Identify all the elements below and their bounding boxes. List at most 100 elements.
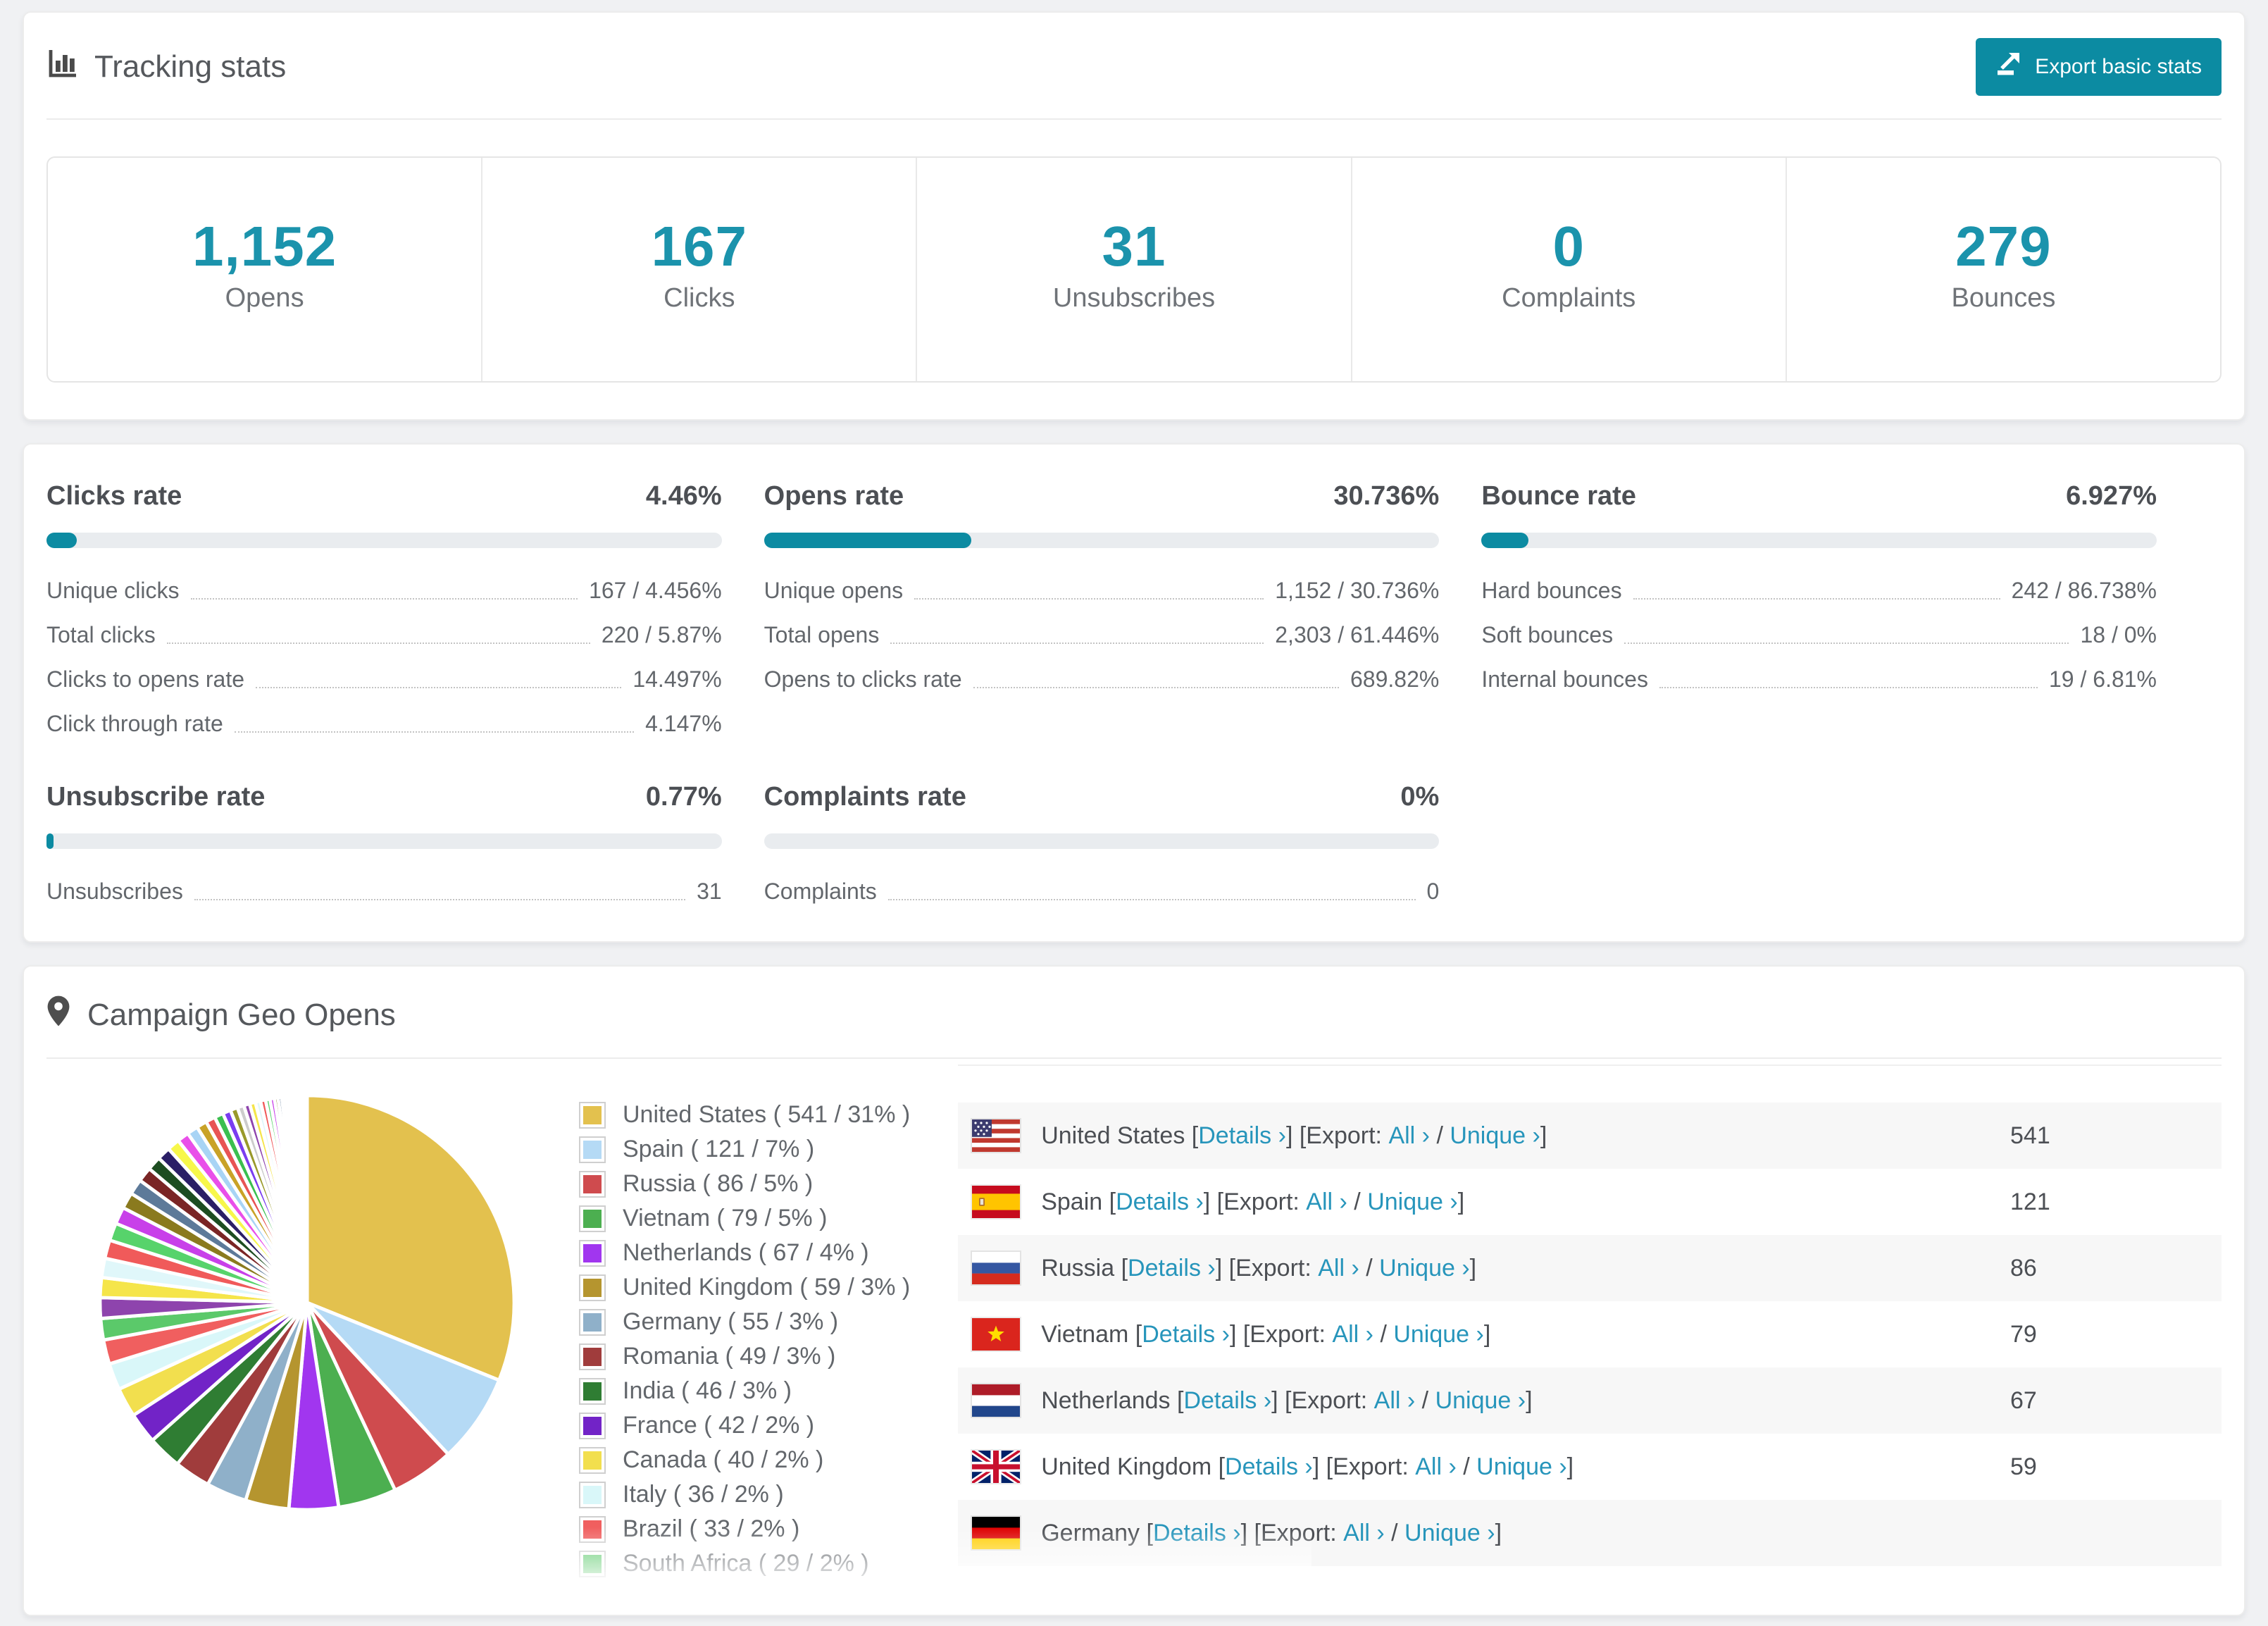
details-link[interactable]: Details ›	[1183, 1387, 1271, 1415]
legend-item-russia: Russia ( 86 / 5% )	[579, 1170, 910, 1198]
legend-swatch	[579, 1205, 606, 1232]
stat-cell-bounces: 279 Bounces	[1787, 158, 2220, 381]
export-all-link[interactable]: All ›	[1332, 1321, 1373, 1348]
legend-swatch	[579, 1239, 606, 1267]
table-row-ru: Russia [Details ›] [Export: All › / Uniq…	[958, 1235, 2222, 1301]
legend-item-united-states: United States ( 541 / 31% )	[579, 1101, 910, 1129]
export-unique-link[interactable]: Unique ›	[1435, 1387, 1526, 1415]
flag-vn-icon	[972, 1318, 1021, 1351]
export-all-link[interactable]: All ›	[1343, 1520, 1385, 1547]
rate-row-value: 242 / 86.738%	[2011, 578, 2157, 603]
export-all-link[interactable]: All ›	[1388, 1122, 1430, 1150]
tracking-stats-title: Tracking stats	[46, 48, 286, 87]
country-name: Spain	[1041, 1188, 1109, 1215]
details-link[interactable]: Details ›	[1198, 1122, 1286, 1150]
export-unique-link[interactable]: Unique ›	[1367, 1189, 1458, 1216]
stat-value: 167	[651, 215, 748, 278]
geo-pie-chart[interactable]	[92, 1087, 523, 1584]
dotted-leader	[1659, 687, 2038, 688]
legend-label: Spain ( 121 / 7% )	[623, 1136, 815, 1162]
geo-legend: United States ( 541 / 31% ) Spain ( 121 /…	[579, 1101, 910, 1584]
legend-item-france: France ( 42 / 2% )	[579, 1412, 910, 1439]
stat-cell-clicks: 167 Clicks	[482, 158, 918, 381]
rate-block-unsubscribe-rate: Unsubscribe rate 0.77% Unsubscribes 31	[46, 782, 722, 905]
rate-row-label: Complaints	[764, 879, 877, 904]
legend-swatch	[579, 1101, 606, 1129]
stat-label: Clicks	[663, 283, 735, 313]
divider	[46, 1057, 2222, 1059]
legend-item-brazil: Brazil ( 33 / 2% )	[579, 1515, 910, 1543]
legend-label: Russia ( 86 / 5% )	[623, 1170, 814, 1197]
rate-row-value: 14.497%	[633, 666, 722, 692]
divider	[46, 118, 2222, 120]
rate-block-complaints-rate: Complaints rate 0% Complaints 0	[764, 782, 1440, 905]
total-value: 79	[2010, 1320, 2037, 1348]
rate-row: Unique clicks 167 / 4.456%	[46, 578, 722, 604]
stat-cell-unsubscribes: 31 Unsubscribes	[917, 158, 1352, 381]
rate-title: Clicks rate	[46, 481, 182, 511]
bar-chart-icon	[46, 48, 77, 87]
rate-row-value: 167 / 4.456%	[589, 578, 722, 603]
export-unique-link[interactable]: Unique ›	[1476, 1453, 1567, 1481]
details-link[interactable]: Details ›	[1153, 1520, 1241, 1547]
legend-swatch	[579, 1412, 606, 1439]
export-all-link[interactable]: All ›	[1306, 1189, 1347, 1216]
country-name: Netherlands	[1041, 1386, 1177, 1414]
export-unique-link[interactable]: Unique ›	[1450, 1122, 1540, 1150]
table-row-us: United States [Details ›] [Export: All ›…	[958, 1103, 2222, 1169]
rate-row: Click through rate 4.147%	[46, 711, 722, 737]
legend-label: Vietnam ( 79 / 5% )	[623, 1205, 828, 1231]
legend-swatch	[579, 1377, 606, 1405]
export-unique-link[interactable]: Unique ›	[1379, 1255, 1470, 1282]
country-name: United Kingdom	[1041, 1453, 1219, 1480]
rate-row-value: 0	[1426, 879, 1440, 904]
rate-row-label: Opens to clicks rate	[764, 666, 962, 692]
export-basic-stats-button[interactable]: Export basic stats	[1976, 38, 2222, 96]
progress-bar-fill	[46, 833, 54, 849]
tracking-stats-card: Tracking stats Export basic stats 1,152 O…	[23, 11, 2245, 421]
dotted-leader	[194, 899, 686, 900]
export-unique-link[interactable]: Unique ›	[1393, 1321, 1484, 1348]
legend-label: Netherlands ( 67 / 4% )	[623, 1239, 869, 1266]
country-name: United States	[1041, 1122, 1192, 1149]
dotted-leader	[234, 731, 635, 733]
progress-bar	[46, 833, 722, 849]
legend-item-romania: Romania ( 49 / 3% )	[579, 1343, 910, 1370]
rate-block-clicks-rate: Clicks rate 4.46% Unique clicks 167 / 4.456…	[46, 481, 722, 737]
pie-slice[interactable]	[304, 1093, 309, 1305]
details-link[interactable]: Details ›	[1116, 1189, 1204, 1216]
export-all-link[interactable]: All ›	[1415, 1453, 1457, 1481]
details-link[interactable]: Details ›	[1128, 1255, 1216, 1282]
legend-swatch	[579, 1481, 606, 1508]
dotted-leader	[914, 598, 1264, 600]
legend-swatch	[579, 1274, 606, 1301]
export-unique-link[interactable]: Unique ›	[1404, 1520, 1495, 1547]
stat-label: Unsubscribes	[1052, 283, 1216, 313]
campaign-geo-opens-card: Campaign Geo Opens United States ( 541 /…	[23, 965, 2245, 1616]
dotted-leader	[1633, 598, 2000, 600]
legend-swatch	[579, 1308, 606, 1336]
stat-label: Bounces	[1951, 283, 2056, 313]
rate-row-value: 220 / 5.87%	[601, 622, 722, 647]
details-link[interactable]: Details ›	[1225, 1453, 1313, 1481]
progress-bar	[46, 533, 722, 548]
stat-value: 279	[1955, 215, 2052, 278]
rate-row: Complaints 0	[764, 879, 1440, 905]
dotted-leader	[890, 643, 1264, 644]
export-all-link[interactable]: All ›	[1374, 1387, 1416, 1415]
export-all-link[interactable]: All ›	[1318, 1255, 1359, 1282]
rate-value: 0%	[1400, 782, 1440, 812]
progress-bar-fill	[46, 533, 77, 548]
rate-row-value: 4.147%	[645, 711, 722, 736]
rate-row-value: 2,303 / 61.446%	[1275, 622, 1440, 647]
rate-row: Hard bounces 242 / 86.738%	[1481, 578, 2157, 604]
legend-swatch	[579, 1136, 606, 1163]
details-link[interactable]: Details ›	[1142, 1321, 1230, 1348]
rate-value: 0.77%	[645, 782, 722, 812]
legend-label: Germany ( 55 / 3% )	[623, 1308, 839, 1335]
rates-grid: Clicks rate 4.46% Unique clicks 167 / 4.456…	[46, 481, 2222, 905]
legend-swatch	[579, 1343, 606, 1370]
legend-label: Italy ( 36 / 2% )	[623, 1481, 784, 1508]
rate-value: 6.927%	[2066, 481, 2157, 511]
rate-row-label: Unsubscribes	[46, 879, 183, 904]
